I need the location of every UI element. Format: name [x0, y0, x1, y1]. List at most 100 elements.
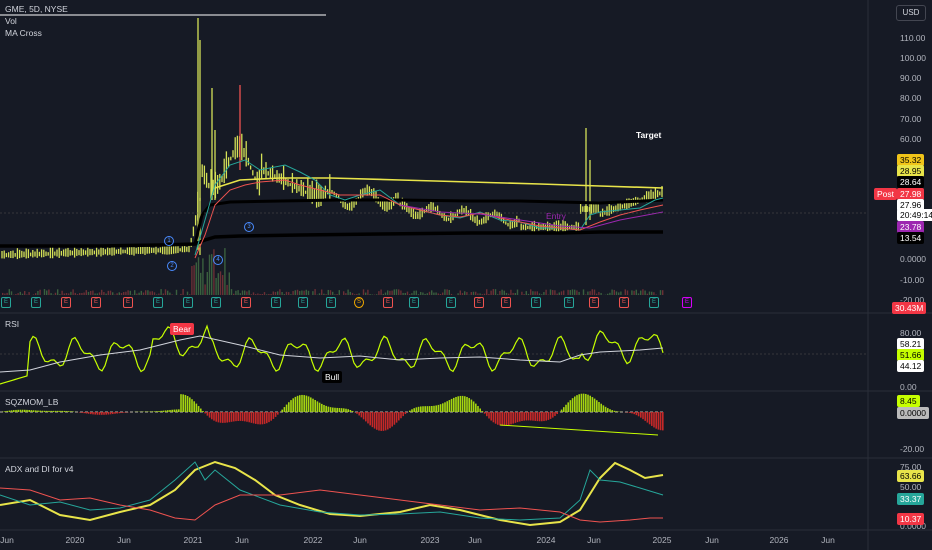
chart-canvas[interactable]: 110.00 100.00 90.00 80.00 70.00 60.00 0.0000 -1… [0, 0, 932, 550]
sqz-bar [241, 412, 244, 422]
earnings-marker[interactable]: E [531, 297, 541, 308]
volume-bar [274, 291, 277, 295]
volume-bar [398, 289, 400, 295]
volume-bar [112, 292, 114, 295]
sqz-bar [347, 409, 349, 412]
volume-bar [85, 290, 87, 295]
volume-bar [296, 289, 299, 295]
price-tick-label: 110.00 [900, 33, 926, 43]
earnings-marker[interactable]: E [91, 297, 101, 308]
sqz-bar [446, 401, 448, 412]
earnings-marker[interactable]: E [298, 297, 308, 308]
volume-bar [404, 292, 406, 295]
sqz-bar [609, 409, 611, 412]
sqz-bar [162, 410, 165, 412]
currency-button[interactable]: USD [896, 5, 926, 21]
volume-bar [136, 293, 138, 295]
earnings-marker[interactable]: E [1, 297, 11, 308]
earnings-marker[interactable]: E [153, 297, 163, 308]
volume-indicator-label[interactable]: Vol [5, 16, 17, 26]
sqz-bar [116, 412, 118, 414]
adx-title[interactable]: ADX and DI for v4 [5, 464, 74, 474]
sqz-bar [224, 412, 226, 423]
bull-label: Bull [322, 371, 343, 383]
earnings-marker[interactable]: E [446, 297, 456, 308]
chart-area[interactable]: 110.00 100.00 90.00 80.00 70.00 60.00 0.0000 -1… [0, 0, 932, 550]
earnings-marker[interactable]: E [241, 297, 251, 308]
volume-bar [81, 293, 83, 295]
sqz-bar [307, 396, 310, 412]
earnings-marker[interactable]: E [619, 297, 629, 308]
rsi-title[interactable]: RSI [5, 319, 19, 329]
volume-bar [79, 293, 81, 295]
earnings-marker[interactable]: E [271, 297, 281, 308]
ma-yellow [214, 177, 664, 189]
earnings-marker[interactable]: E [61, 297, 71, 308]
volume-bar [257, 293, 259, 295]
ma-cross-indicator-label[interactable]: MA Cross [5, 28, 42, 38]
dividend-marker[interactable]: S [354, 297, 364, 308]
sqz-bar [492, 412, 495, 423]
volume-bar [39, 289, 41, 295]
sqz-bar [6, 410, 8, 412]
sqz-bar [274, 412, 277, 417]
earnings-marker[interactable]: E [123, 297, 133, 308]
sqz-bar [310, 397, 312, 412]
sqz-bar [171, 409, 173, 412]
earnings-marker[interactable]: E [31, 297, 41, 308]
volume-bar [101, 289, 103, 295]
sqz-bar [237, 412, 239, 421]
earnings-marker[interactable]: E [501, 297, 511, 308]
earnings-marker[interactable]: E [409, 297, 419, 308]
volume-bar [490, 290, 492, 295]
price-tick-label: 90.00 [900, 73, 922, 83]
volume-bar [301, 290, 303, 295]
volume-bar [239, 293, 241, 295]
earnings-marker[interactable]: E [649, 297, 659, 308]
sqz-bar [395, 412, 398, 423]
sqz-bar [54, 410, 57, 412]
sqz-bar [321, 403, 323, 412]
volume-bar [202, 258, 204, 295]
earnings-marker[interactable]: E [474, 297, 484, 308]
volume-bar [435, 292, 437, 295]
earnings-marker[interactable]: E [183, 297, 193, 308]
sqz-bar [180, 394, 182, 412]
earnings-marker[interactable]: E [564, 297, 574, 308]
volume-bar [15, 294, 17, 295]
earnings-marker[interactable]: E [326, 297, 336, 308]
sqz-bar [464, 396, 466, 412]
volume-bar [431, 290, 433, 295]
sqz-bar [83, 412, 85, 414]
volume-bar [120, 293, 123, 295]
volume-bar [600, 292, 602, 295]
volume-bar [552, 290, 554, 295]
volume-bar [145, 290, 147, 295]
sqz-bar [336, 407, 338, 412]
volume-bar [651, 291, 653, 295]
sqz-bar [167, 410, 169, 412]
volume-bar [305, 289, 307, 295]
earnings-marker[interactable]: E [589, 297, 599, 308]
volume-bar [464, 291, 466, 295]
earnings-marker[interactable]: E [383, 297, 393, 308]
earnings-marker[interactable]: E [211, 297, 221, 308]
sqz-bar [303, 395, 305, 412]
sqz-bar [382, 412, 385, 431]
sqz-bar [272, 412, 275, 419]
countdown-badge: 20:49:14 [897, 209, 932, 221]
sqz-bar [182, 394, 184, 412]
sqz-bar [48, 410, 50, 412]
volume-bar [637, 293, 640, 295]
sqz-title[interactable]: SQZMOM_LB [5, 397, 58, 407]
earnings-marker-upcoming[interactable]: E [682, 297, 692, 308]
volume-bar [351, 292, 354, 295]
volume-bar [417, 294, 420, 295]
time-axis-label: Jun [353, 535, 367, 545]
sqz-bar [208, 412, 211, 418]
sqz-bar [50, 410, 52, 412]
rsi-tick-label: 0.00 [900, 382, 917, 392]
sqz-bar [349, 409, 352, 412]
sqz-bar [514, 412, 517, 423]
time-axis-label: Jun [0, 535, 14, 545]
